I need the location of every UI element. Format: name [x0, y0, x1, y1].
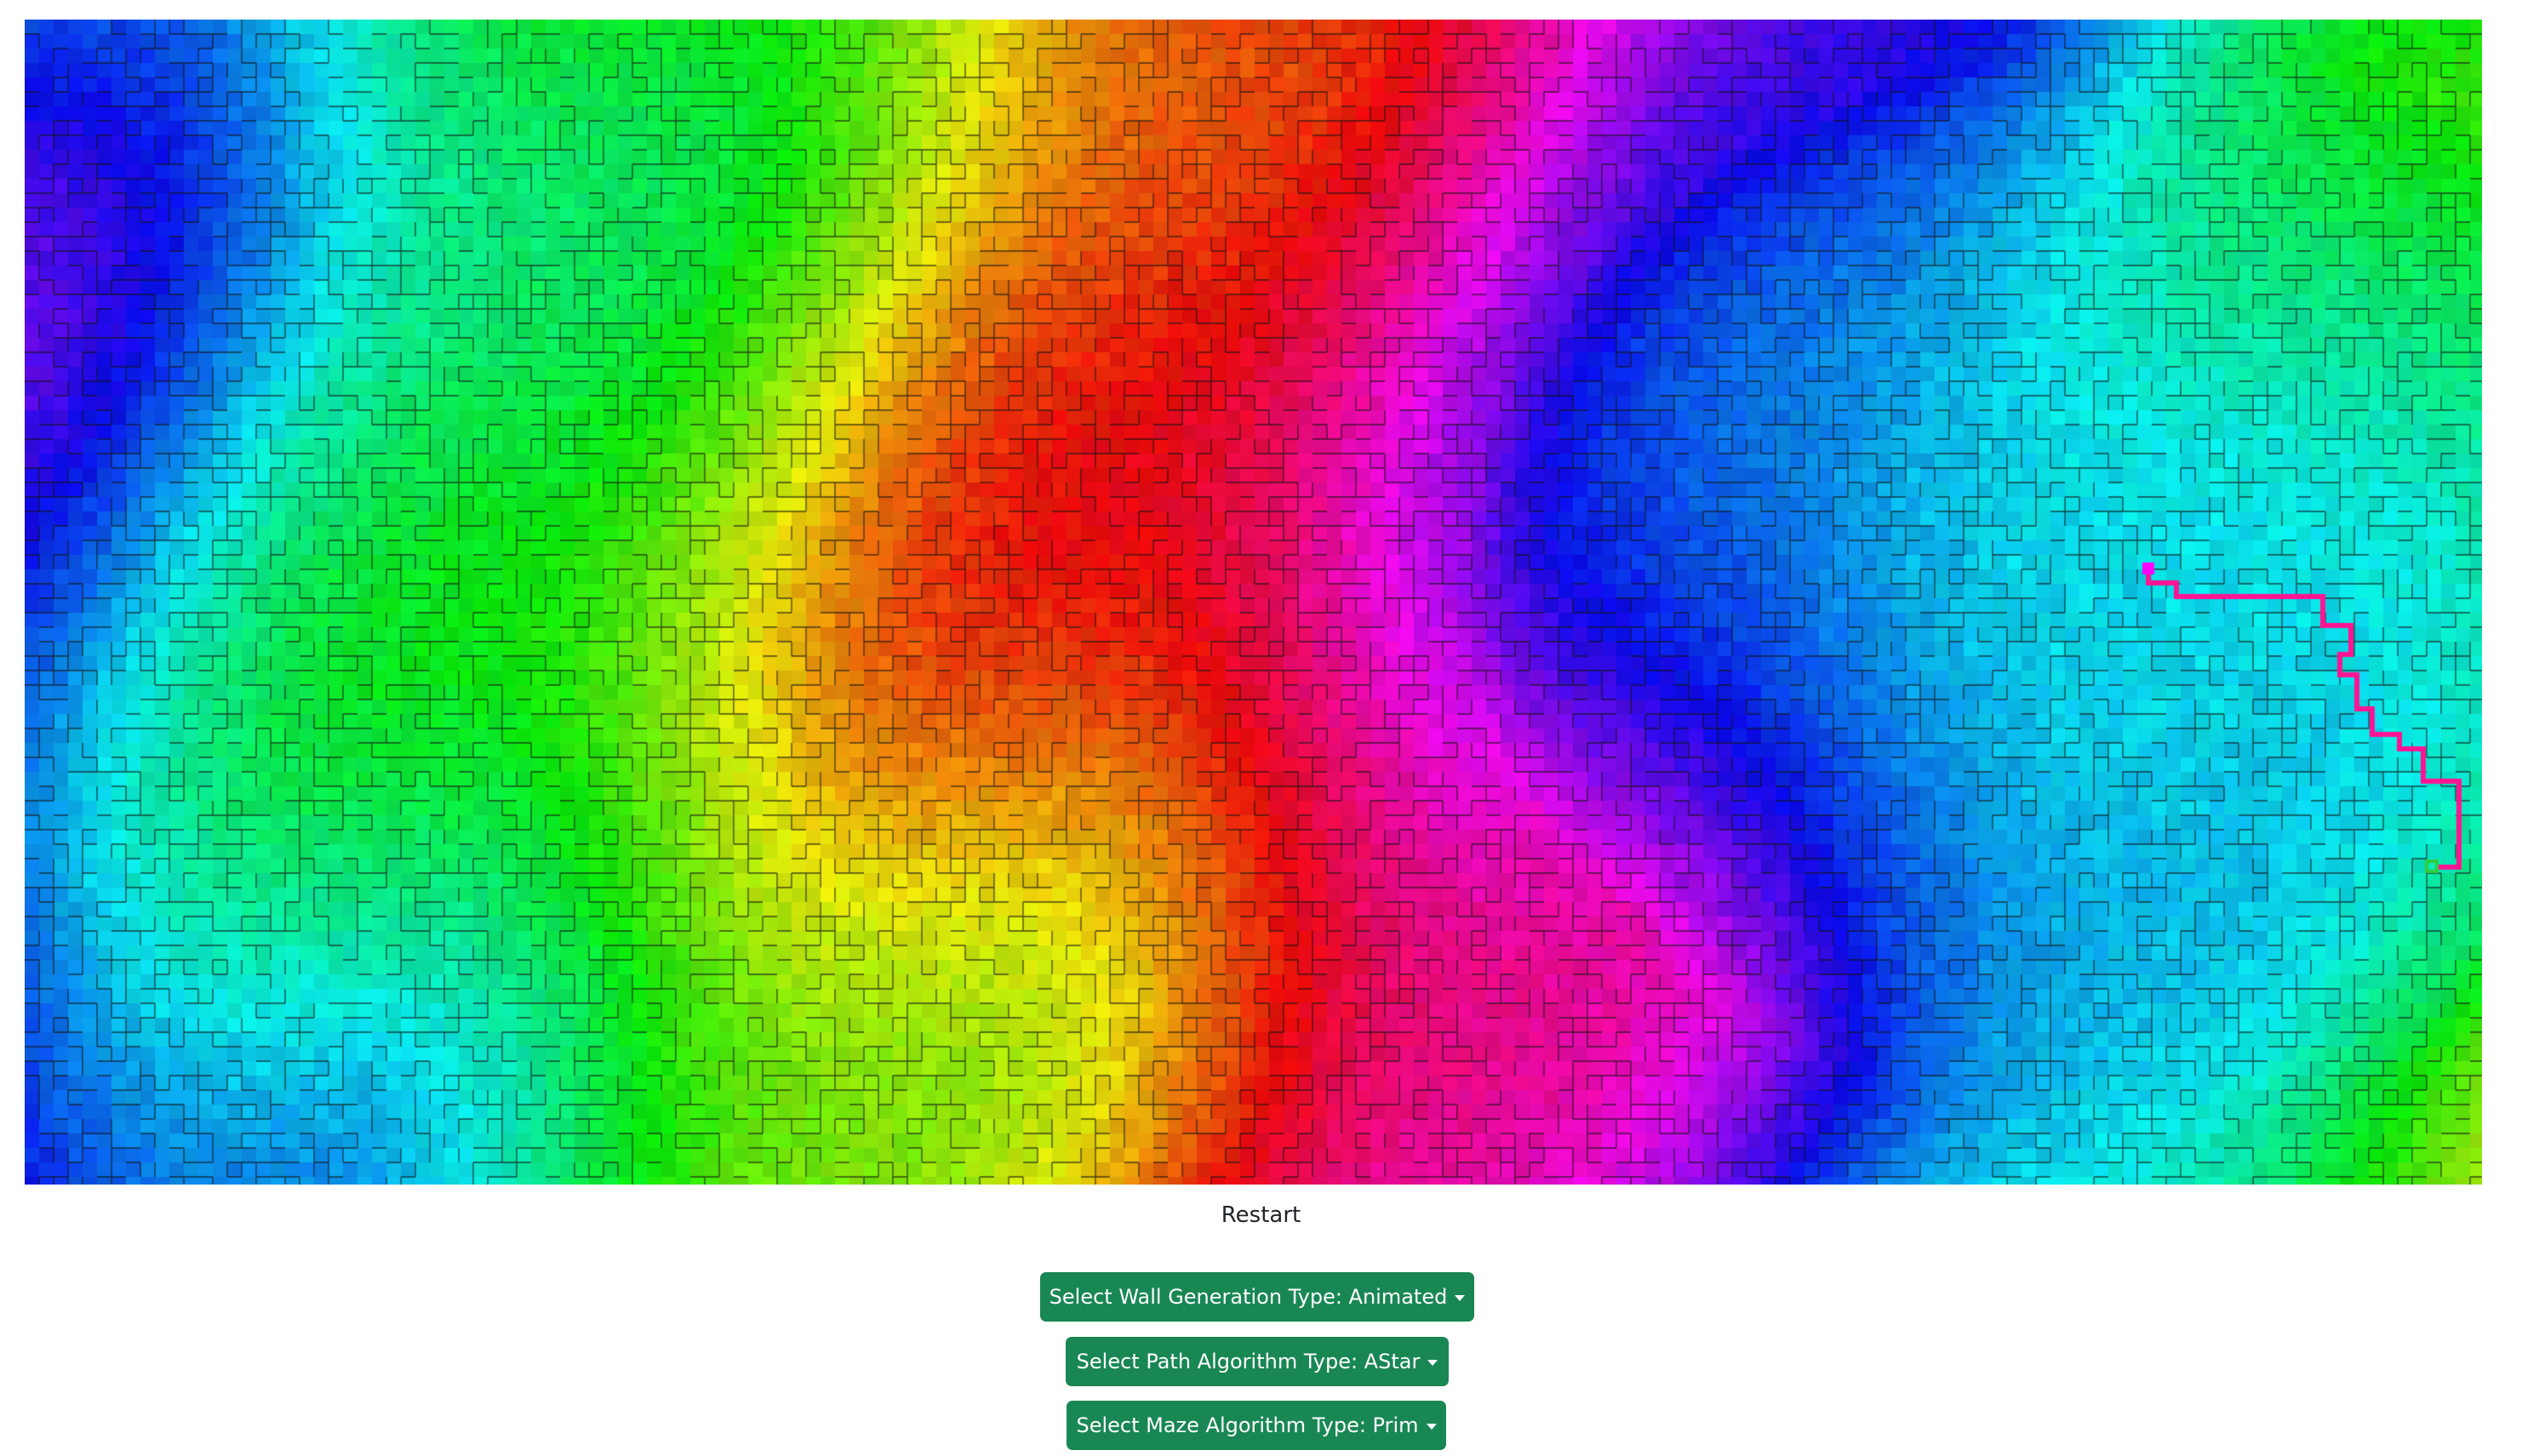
maze-board[interactable]	[25, 20, 2482, 1185]
wall-generation-label: Select Wall Generation Type: Animated	[1049, 1285, 1448, 1309]
maze-algorithm-label: Select Maze Algorithm Type: Prim	[1076, 1413, 1419, 1437]
app-root: Restart Select Wall Generation Type: Ani…	[0, 0, 2522, 1456]
maze-canvas[interactable]	[25, 20, 2482, 1185]
caret-down-icon	[1427, 1359, 1438, 1366]
path-algorithm-label: Select Path Algorithm Type: AStar	[1076, 1350, 1421, 1373]
wall-generation-dropdown[interactable]: Select Wall Generation Type: Animated	[1040, 1272, 1474, 1322]
maze-algorithm-dropdown[interactable]: Select Maze Algorithm Type: Prim	[1067, 1401, 1446, 1450]
caret-down-icon	[1455, 1294, 1466, 1301]
caret-down-icon	[1426, 1423, 1437, 1430]
restart-button[interactable]: Restart	[0, 1202, 2522, 1228]
path-algorithm-dropdown[interactable]: Select Path Algorithm Type: AStar	[1066, 1337, 1449, 1386]
